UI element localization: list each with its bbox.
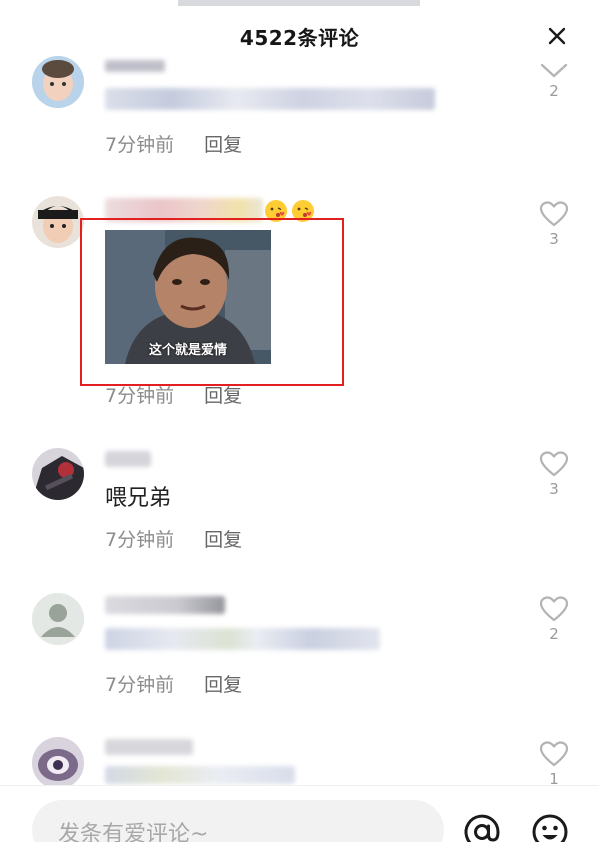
like-button[interactable]: 3 (537, 200, 571, 248)
comment-text-redacted (105, 628, 380, 650)
comment-meta: 7分钟前 回复 (105, 670, 242, 697)
username-redacted (105, 451, 151, 467)
comment-list: 7分钟前 回复 2 这个就是爱情 7分钟前 回复 3 喂兄弟 7分钟前 回复 3… (0, 0, 599, 842)
page-title: 4522条评论 (239, 25, 360, 50)
emoji-smile-icon[interactable] (530, 812, 570, 842)
comment-text-redacted (105, 766, 295, 784)
comment-time: 7分钟前 (105, 385, 175, 407)
comment-input-bar: 发条有爱评论~ (0, 785, 599, 842)
like-count: 2 (549, 82, 559, 100)
close-icon[interactable] (545, 24, 569, 48)
avatar[interactable] (32, 737, 84, 789)
heart-icon (539, 741, 569, 767)
comment-time: 7分钟前 (105, 674, 175, 696)
comment-meta: 7分钟前 回复 (105, 381, 242, 408)
like-button[interactable]: 2 (537, 595, 571, 643)
comment-time: 7分钟前 (105, 529, 175, 551)
username-redacted (105, 739, 193, 755)
reply-button[interactable]: 回复 (204, 130, 242, 157)
avatar[interactable] (32, 196, 84, 248)
reply-button[interactable]: 回复 (204, 525, 242, 552)
comment-input[interactable]: 发条有爱评论~ (32, 800, 444, 842)
heart-icon (539, 201, 569, 227)
reply-button[interactable]: 回复 (204, 381, 242, 408)
reply-button[interactable]: 回复 (204, 670, 242, 697)
heart-icon (539, 596, 569, 622)
like-count: 3 (549, 480, 559, 498)
like-button[interactable]: 2 (537, 62, 571, 100)
like-button[interactable]: 3 (537, 450, 571, 498)
username-redacted (105, 596, 225, 614)
avatar[interactable] (32, 448, 84, 500)
comment-text: 喂兄弟 (105, 486, 172, 511)
comment-meta: 7分钟前 回复 (105, 130, 242, 157)
like-button[interactable]: 1 (537, 740, 571, 788)
like-count: 3 (549, 230, 559, 248)
comment-text-redacted (105, 88, 435, 110)
comments-header: 4522条评论 (0, 6, 599, 66)
comment-time: 7分钟前 (105, 134, 175, 156)
mention-at-icon[interactable] (462, 812, 502, 842)
heart-icon (539, 451, 569, 477)
comment-meta: 7分钟前 回复 (105, 525, 242, 552)
like-count: 2 (549, 625, 559, 643)
comment-input-placeholder: 发条有爱评论~ (58, 822, 209, 842)
avatar[interactable] (32, 593, 84, 645)
highlight-box (80, 218, 344, 386)
